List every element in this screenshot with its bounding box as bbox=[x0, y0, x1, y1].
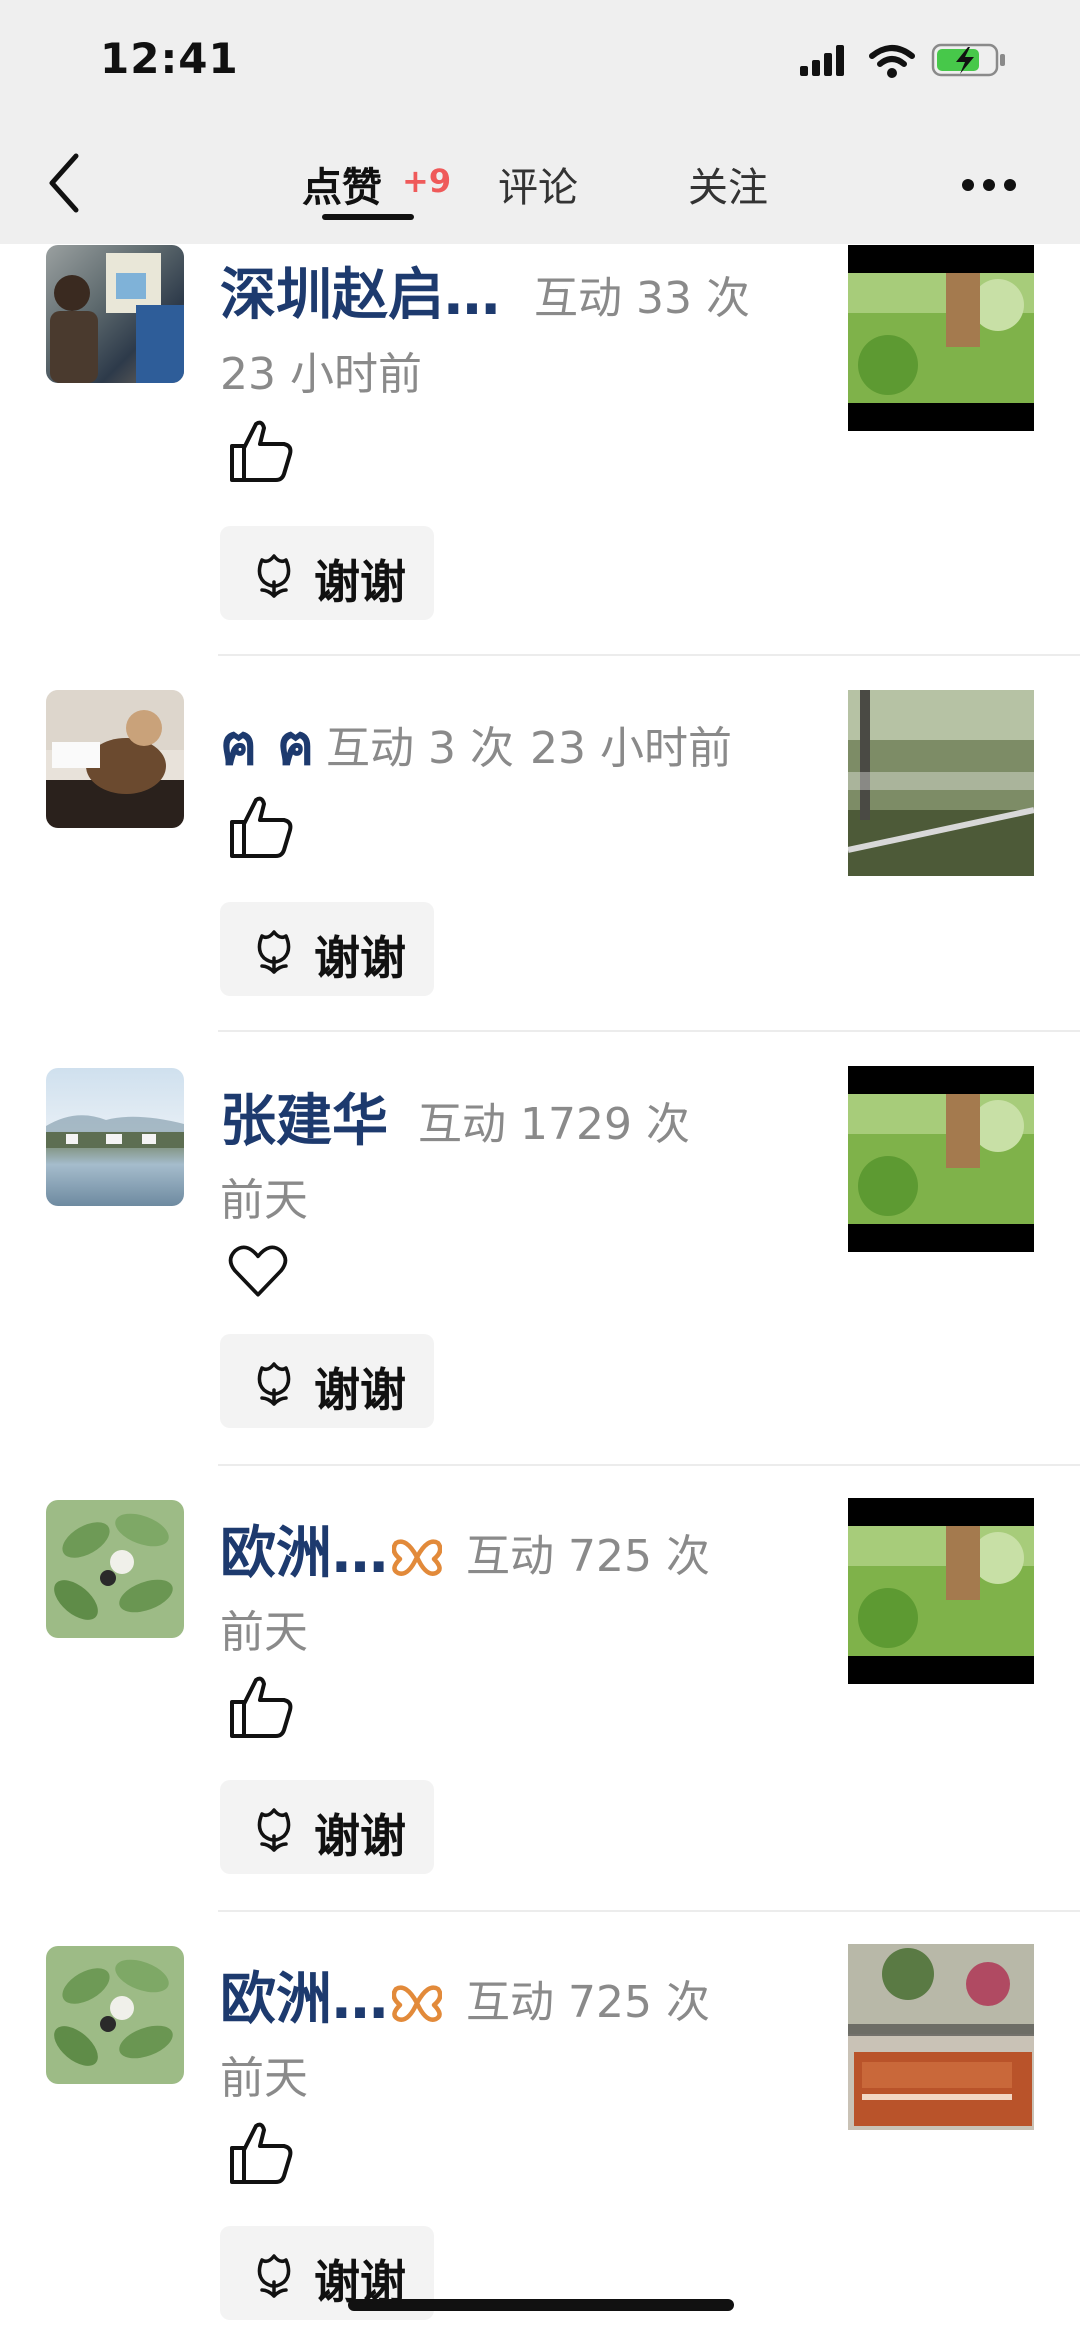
user-name[interactable]: 欧洲… bbox=[220, 1508, 442, 1589]
thanks-label: 谢谢 bbox=[314, 931, 406, 985]
thanks-label: 谢谢 bbox=[314, 1363, 406, 1417]
avatar[interactable] bbox=[46, 1500, 184, 1638]
thanks-button[interactable]: 谢谢 bbox=[220, 1334, 434, 1428]
divider bbox=[218, 1910, 1080, 1912]
avatar[interactable] bbox=[46, 1068, 184, 1206]
timestamp: 前天 bbox=[220, 1175, 308, 1226]
tab-likes[interactable]: 点赞 bbox=[302, 155, 382, 213]
more-menu-button[interactable] bbox=[962, 176, 1024, 191]
interaction-count: 互动 33 次 bbox=[534, 273, 750, 324]
home-indicator bbox=[348, 2299, 734, 2311]
more-dot bbox=[983, 179, 995, 191]
thanks-button[interactable]: 谢谢 bbox=[220, 1780, 434, 1874]
cellular-signal-icon bbox=[800, 45, 844, 76]
chevron-left-icon bbox=[49, 153, 79, 213]
heart-icon bbox=[226, 1238, 290, 1302]
timestamp: 前天 bbox=[220, 1607, 308, 1658]
interaction-count: 互动 725 次 bbox=[466, 1977, 710, 2028]
tab-follow[interactable]: 关注 bbox=[688, 155, 768, 213]
tab-likes-badge: +9 bbox=[402, 162, 452, 200]
status-icons bbox=[800, 40, 1010, 80]
back-button[interactable] bbox=[44, 150, 84, 220]
tab-likes-label: 点赞 bbox=[302, 165, 382, 211]
wifi-icon bbox=[869, 45, 915, 78]
like-icon bbox=[226, 2118, 296, 2188]
post-thumbnail[interactable] bbox=[848, 1066, 1034, 1252]
thanks-button[interactable]: 谢谢 bbox=[220, 526, 434, 620]
user-name[interactable]: ฅ ฅ bbox=[220, 700, 314, 789]
battery-icon bbox=[931, 43, 1005, 77]
timestamp: 23 小时前 bbox=[530, 723, 732, 774]
top-bar: 12:41 点赞 +9 评论 关注 bbox=[0, 0, 1080, 244]
more-dot bbox=[1004, 179, 1016, 191]
like-icon bbox=[226, 1672, 296, 1742]
post-thumbnail[interactable] bbox=[848, 690, 1034, 876]
thanks-label: 谢谢 bbox=[314, 1809, 406, 1863]
butterfly-icon bbox=[392, 1537, 442, 1577]
more-dot bbox=[962, 179, 974, 191]
avatar[interactable] bbox=[46, 245, 184, 383]
avatar[interactable] bbox=[46, 690, 184, 828]
flower-icon bbox=[250, 2250, 298, 2298]
divider bbox=[218, 1030, 1080, 1032]
divider bbox=[218, 1464, 1080, 1466]
avatar[interactable] bbox=[46, 1946, 184, 2084]
divider bbox=[218, 654, 1080, 656]
post-thumbnail[interactable] bbox=[848, 1944, 1034, 2130]
user-name[interactable]: 欧洲… bbox=[220, 1954, 442, 2035]
butterfly-icon bbox=[392, 1983, 442, 2023]
thanks-button[interactable]: 谢谢 bbox=[220, 902, 434, 996]
like-icon bbox=[226, 416, 296, 486]
user-name[interactable]: 深圳赵启… bbox=[220, 250, 500, 331]
user-name[interactable]: 张建华 bbox=[220, 1076, 388, 1157]
flower-icon bbox=[250, 1804, 298, 1852]
like-icon bbox=[226, 792, 296, 862]
tab-comments[interactable]: 评论 bbox=[498, 155, 578, 213]
interaction-count: 互动 1729 次 bbox=[418, 1099, 690, 1150]
user-name-text: 欧洲… bbox=[220, 1521, 388, 1586]
timestamp: 23 小时前 bbox=[220, 349, 422, 400]
post-thumbnail[interactable] bbox=[848, 1498, 1034, 1684]
interaction-count: 互动 725 次 bbox=[466, 1531, 710, 1582]
post-thumbnail[interactable] bbox=[848, 245, 1034, 431]
status-time: 12:41 bbox=[100, 34, 239, 83]
thanks-label: 谢谢 bbox=[314, 555, 406, 609]
interaction-count: 互动 3 次 bbox=[326, 723, 514, 774]
flower-icon bbox=[250, 1358, 298, 1406]
flower-icon bbox=[250, 926, 298, 974]
timestamp: 前天 bbox=[220, 2053, 308, 2104]
active-tab-indicator bbox=[322, 214, 414, 220]
user-name-text: 欧洲… bbox=[220, 1967, 388, 2032]
flower-icon bbox=[250, 550, 298, 598]
